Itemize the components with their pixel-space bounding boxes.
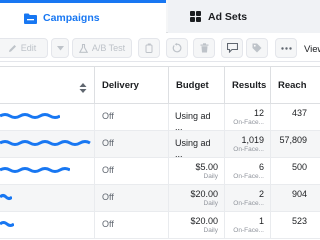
budget-cell: Using ad ... bbox=[168, 104, 224, 132]
reach-value: 437 bbox=[291, 108, 307, 118]
tag-icon bbox=[252, 43, 262, 53]
campaign-name-redacted[interactable] bbox=[0, 212, 94, 239]
reach-cell: 904 bbox=[270, 185, 312, 212]
results-type: On-Face... bbox=[233, 119, 264, 126]
results-type: On-Face... bbox=[233, 200, 264, 207]
table-header: Delivery Budget Results Reach bbox=[0, 66, 320, 104]
ab-test-button[interactable]: A/B Test bbox=[72, 38, 132, 58]
results-cell: 12 On-Face... bbox=[224, 104, 270, 131]
edit-label: Edit bbox=[20, 43, 37, 53]
reach-cell: 523 bbox=[270, 212, 312, 239]
column-header-delivery[interactable]: Delivery bbox=[94, 67, 168, 104]
table-row[interactable]: Off $20.00 Daily 1 On-Face... 523 bbox=[0, 212, 320, 239]
delivery-status: Off bbox=[94, 131, 168, 158]
edit-button[interactable]: Edit bbox=[0, 38, 48, 58]
trash-icon bbox=[200, 43, 209, 53]
tab-campaigns[interactable]: Campaigns bbox=[0, 0, 166, 33]
ab-test-label: A/B Test bbox=[91, 43, 126, 53]
reach-cell: 57,809 bbox=[270, 131, 312, 158]
edit-dropdown-button[interactable] bbox=[51, 38, 69, 58]
results-value: 6 bbox=[258, 162, 264, 172]
results-cell: 1,019 On-Face... bbox=[224, 131, 270, 158]
table-row[interactable]: Off Using ad ... 12 On-Face... 437 bbox=[0, 104, 320, 132]
folder-icon bbox=[24, 13, 37, 24]
delivery-status: Off bbox=[94, 212, 168, 239]
table-row[interactable]: Off Using ad ... 1,019 On-Face... 57,809 bbox=[0, 131, 320, 159]
budget-period: Daily bbox=[203, 227, 218, 234]
duplicate-button[interactable] bbox=[138, 38, 160, 58]
reach-value: 904 bbox=[291, 189, 307, 199]
comment-button[interactable] bbox=[221, 38, 243, 58]
campaign-name-redacted[interactable] bbox=[0, 158, 94, 185]
budget-value: $5.00 bbox=[195, 162, 218, 172]
flask-icon bbox=[78, 43, 88, 53]
results-type: On-Face... bbox=[233, 173, 264, 180]
view-menu[interactable]: View bbox=[304, 44, 320, 55]
results-value: 2 bbox=[258, 189, 264, 199]
results-type: On-Face... bbox=[233, 146, 264, 153]
caret-down-icon bbox=[56, 45, 64, 51]
column-label: Delivery bbox=[102, 80, 139, 91]
delete-button[interactable] bbox=[193, 38, 215, 58]
results-value: 1 bbox=[258, 216, 264, 226]
campaign-name-redacted[interactable] bbox=[0, 185, 94, 212]
delivery-status: Off bbox=[94, 104, 168, 131]
reach-cell: 500 bbox=[270, 158, 312, 185]
budget-period: Daily bbox=[203, 200, 218, 207]
tab-bar: Campaigns Ad Sets bbox=[0, 0, 320, 33]
reach-cell: 437 bbox=[270, 104, 312, 131]
column-label: Reach bbox=[278, 80, 307, 91]
copy-icon bbox=[145, 43, 154, 53]
results-cell: 1 On-Face... bbox=[224, 212, 270, 239]
budget-value: Using ad ... bbox=[175, 138, 211, 159]
reach-value: 57,809 bbox=[279, 135, 307, 145]
campaign-name-redacted[interactable] bbox=[0, 104, 94, 131]
revert-button[interactable] bbox=[166, 38, 188, 58]
grid-icon bbox=[190, 11, 201, 22]
results-cell: 2 On-Face... bbox=[224, 185, 270, 212]
campaign-name-redacted[interactable] bbox=[0, 131, 94, 158]
toolbar: Edit A/B Test View bbox=[0, 34, 320, 62]
comment-icon bbox=[226, 43, 238, 53]
pencil-icon bbox=[8, 44, 17, 53]
budget-cell: $20.00 Daily bbox=[168, 212, 224, 239]
tab-ad-sets-label: Ad Sets bbox=[208, 10, 248, 23]
delivery-status: Off bbox=[94, 185, 168, 212]
column-header-reach[interactable]: Reach bbox=[270, 67, 320, 104]
sort-icon[interactable] bbox=[79, 80, 87, 98]
tab-ad-sets[interactable]: Ad Sets bbox=[168, 0, 320, 33]
reach-value: 523 bbox=[291, 216, 307, 226]
column-label: Results bbox=[232, 80, 267, 91]
results-type: On-Face... bbox=[233, 227, 264, 234]
budget-cell: $20.00 Daily bbox=[168, 185, 224, 212]
reach-value: 500 bbox=[291, 162, 307, 172]
budget-cell: $5.00 Daily bbox=[168, 158, 224, 185]
tab-campaigns-label: Campaigns bbox=[43, 12, 100, 24]
tag-button[interactable] bbox=[246, 38, 268, 58]
budget-cell: Using ad ... bbox=[168, 131, 224, 159]
budget-value: $20.00 bbox=[190, 189, 218, 199]
undo-icon bbox=[172, 43, 182, 53]
table-row[interactable]: Off $20.00 Daily 2 On-Face... 904 bbox=[0, 185, 320, 212]
results-cell: 6 On-Face... bbox=[224, 158, 270, 185]
budget-period: Daily bbox=[203, 173, 218, 180]
budget-value: $20.00 bbox=[190, 216, 218, 226]
results-value: 12 bbox=[253, 108, 264, 118]
more-button[interactable] bbox=[275, 38, 297, 58]
table-row[interactable]: Off $5.00 Daily 6 On-Face... 500 bbox=[0, 158, 320, 185]
results-value: 1,019 bbox=[241, 135, 264, 145]
column-label: Budget bbox=[176, 80, 209, 91]
budget-value: Using ad ... bbox=[175, 111, 211, 132]
column-header-results[interactable]: Results bbox=[224, 67, 270, 104]
column-header-budget[interactable]: Budget bbox=[168, 67, 224, 104]
delivery-status: Off bbox=[94, 158, 168, 185]
more-icon bbox=[280, 46, 292, 50]
